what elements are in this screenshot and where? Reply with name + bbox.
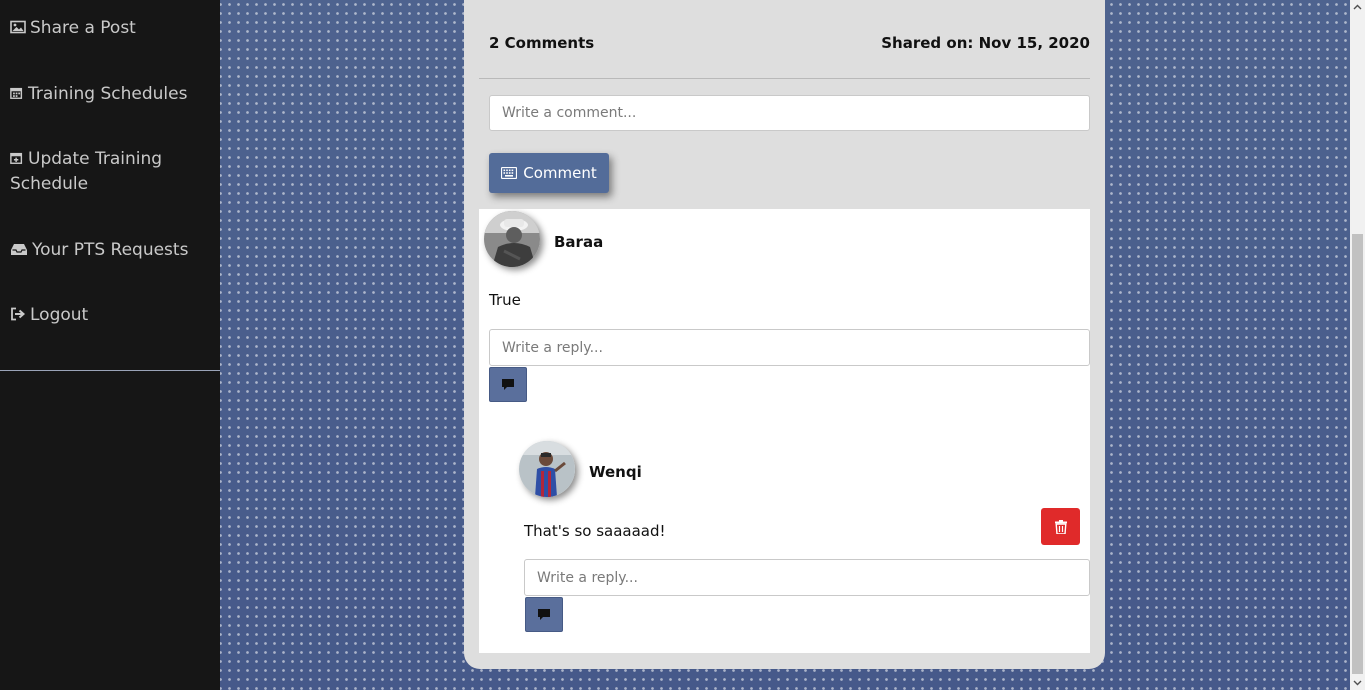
reply-input[interactable] — [489, 329, 1090, 366]
scroll-up-icon[interactable] — [1353, 3, 1362, 12]
avatar[interactable] — [484, 211, 540, 267]
image-icon — [10, 20, 26, 34]
comments-thread: Baraa True Wenqi That's so saaaaad! — [479, 209, 1090, 653]
divider — [479, 78, 1090, 79]
avatar[interactable] — [519, 441, 575, 497]
sidebar-item-label: Share a Post — [30, 18, 136, 38]
reply-text: That's so saaaaad! — [524, 522, 666, 540]
comment-bubble-icon — [538, 609, 550, 620]
sidebar-item-label: Training Schedules — [28, 84, 188, 104]
sidebar-divider — [0, 370, 220, 371]
sidebar-item-share-post[interactable]: Share a Post — [10, 16, 210, 41]
reply-author[interactable]: Wenqi — [589, 463, 642, 481]
scrollbar-thumb[interactable] — [1352, 234, 1363, 674]
sidebar-item-label: Your PTS Requests — [32, 240, 189, 260]
comment-input[interactable] — [489, 95, 1090, 131]
calendar-plus-icon — [10, 152, 23, 164]
comment-button-label: Comment — [523, 164, 597, 182]
delete-button[interactable] — [1041, 508, 1080, 545]
sidebar-item-label: Logout — [30, 305, 89, 325]
sidebar-item-training-schedules[interactable]: Training Schedules — [10, 82, 210, 107]
logout-icon — [11, 307, 26, 321]
page-scrollbar[interactable] — [1350, 0, 1365, 690]
keyboard-icon — [501, 167, 518, 179]
calendar-icon — [10, 87, 23, 99]
user-photo-icon — [519, 441, 575, 497]
sidebar-item-logout[interactable]: Logout — [10, 303, 210, 328]
post-card: 2 Comments Shared on: Nov 15, 2020 Comme… — [464, 0, 1105, 669]
sidebar-item-update-training-schedule[interactable]: Update Training Schedule — [10, 147, 210, 197]
sidebar: Share a Post Training Schedules Update T… — [0, 0, 220, 690]
scroll-down-icon[interactable] — [1353, 678, 1362, 687]
reply-input[interactable] — [524, 559, 1090, 596]
sidebar-item-label: Update Training Schedule — [10, 149, 163, 194]
comment-bubble-icon — [502, 379, 514, 390]
comment-text: True — [489, 291, 521, 309]
reply-button[interactable] — [489, 367, 527, 402]
comment-button[interactable]: Comment — [489, 153, 609, 193]
reply-button[interactable] — [525, 597, 563, 632]
user-photo-icon — [484, 211, 540, 267]
inbox-icon — [11, 244, 27, 255]
comment-count: 2 Comments — [489, 34, 595, 52]
comment-author[interactable]: Baraa — [554, 233, 603, 251]
sidebar-item-pts-requests[interactable]: Your PTS Requests — [10, 238, 210, 263]
shared-date: Shared on: Nov 15, 2020 — [881, 34, 1090, 52]
trash-icon — [1054, 519, 1067, 534]
